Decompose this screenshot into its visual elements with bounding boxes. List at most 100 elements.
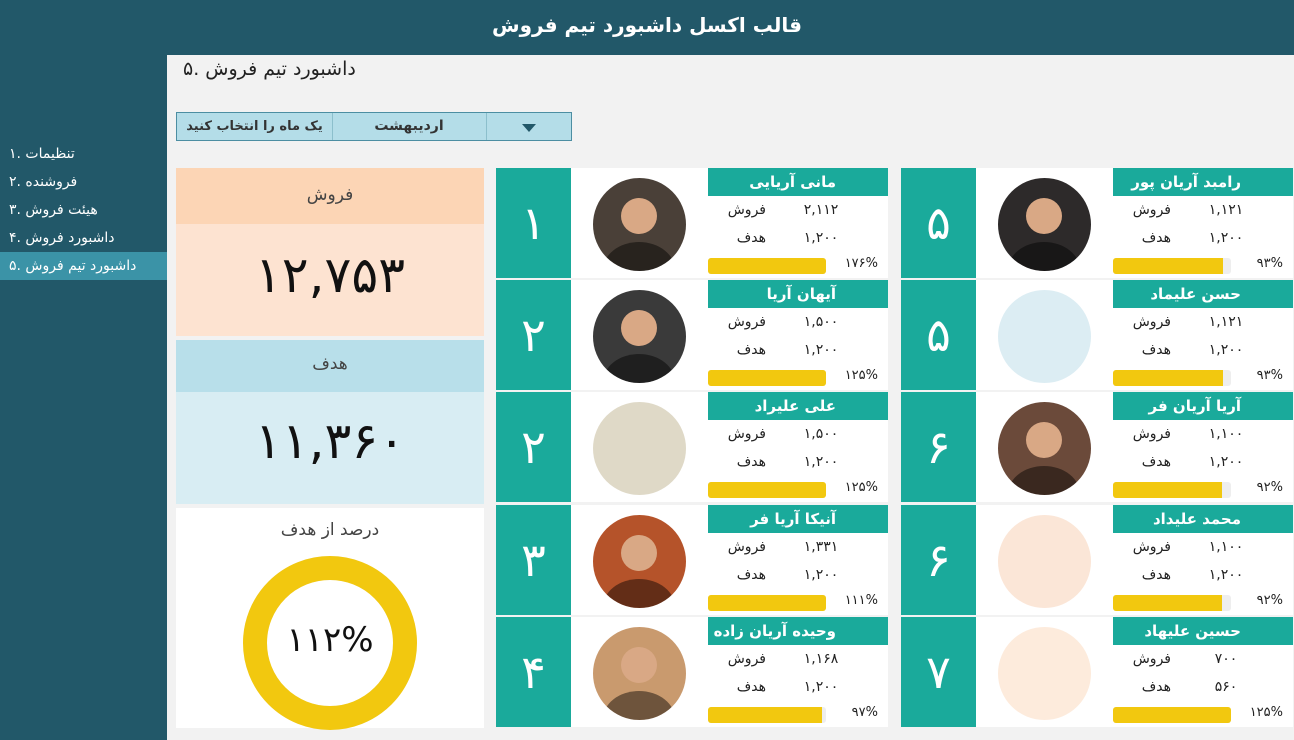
percent-value: ۱۱۱% xyxy=(844,593,878,608)
month-selector-value[interactable]: اردیبهشت xyxy=(332,113,487,140)
percent-value: ۱۲۵% xyxy=(844,480,878,495)
sales-value: ۱,۱۰۰ xyxy=(1208,426,1244,442)
salesperson-card: ۶ آریا آریان فر فروش ۱,۱۰۰ هدف ۱,۲۰۰ ۹۲% xyxy=(901,392,1293,502)
percent-value: ۹۳% xyxy=(1256,368,1283,383)
person-silhouette-icon xyxy=(1008,198,1080,271)
target-value: ۱,۲۰۰ xyxy=(803,454,839,470)
progress-bar xyxy=(708,707,826,723)
progress-fill xyxy=(708,370,826,386)
percent-of-target-label: درصد از هدف xyxy=(280,520,380,540)
percent-value: ۱۷۶% xyxy=(844,256,878,271)
target-row-label: هدف xyxy=(1141,342,1171,358)
progress-fill xyxy=(1113,595,1222,611)
nav-item-sales-dashboard[interactable]: داشبورد فروش .۴ xyxy=(0,224,167,252)
salesperson-card: ۷ حسین علیهاد فروش ۷۰۰ هدف ۵۶۰ ۱۲۵% xyxy=(901,617,1293,727)
month-selector[interactable]: یک ماه را انتخاب کنید اردیبهشت xyxy=(176,112,572,141)
progress-fill xyxy=(1113,258,1223,274)
rank-number: ۶ xyxy=(901,392,976,502)
target-row-label: هدف xyxy=(736,679,766,695)
sales-value: ۷۰۰ xyxy=(1214,651,1238,667)
nav-item-salesperson[interactable]: فروشنده .۲ xyxy=(0,168,167,196)
rank-number: ۵ xyxy=(901,168,976,278)
progress-bar xyxy=(1113,370,1231,386)
sales-row-label: فروش xyxy=(1132,651,1171,667)
sales-row-label: فروش xyxy=(1132,539,1171,555)
sales-kpi-card: فروش ۱۲,۷۵۳ xyxy=(176,168,484,336)
avatar xyxy=(593,290,686,383)
salesperson-name: رامبد آریان پور xyxy=(1113,168,1293,196)
sales-value: ۲,۱۱۲ xyxy=(803,202,839,218)
salesperson-name: حسین علیهاد xyxy=(1113,617,1293,645)
photo-placeholder xyxy=(593,402,686,495)
target-value: ۱,۲۰۰ xyxy=(1208,454,1244,470)
person-silhouette-icon xyxy=(603,647,675,720)
salesperson-name: آیهان آریا xyxy=(708,280,888,308)
rank-number: ۷ xyxy=(901,617,976,727)
percent-of-target-value: ۱۱۲% xyxy=(286,620,374,660)
avatar xyxy=(593,178,686,271)
nav-item-settings[interactable]: تنظیمات .۱ xyxy=(0,140,167,168)
rank-number: ۲ xyxy=(496,392,571,502)
dropdown-arrow-icon[interactable] xyxy=(486,113,571,140)
salesperson-name: محمد علیداد xyxy=(1113,505,1293,533)
progress-fill xyxy=(1113,370,1223,386)
percent-value: ۱۲۵% xyxy=(844,368,878,383)
salesperson-card: ۲ علی علیراد فروش ۱,۵۰۰ هدف ۱,۲۰۰ ۱۲۵% xyxy=(496,392,888,502)
sales-value: ۱,۵۰۰ xyxy=(803,426,839,442)
target-value: ۱,۲۰۰ xyxy=(803,230,839,246)
progress-bar xyxy=(708,482,826,498)
sales-row-label: فروش xyxy=(727,202,766,218)
page-title: داشبورد تیم فروش .۵ xyxy=(183,58,356,80)
photo-placeholder xyxy=(998,627,1091,720)
month-selector-prompt: یک ماه را انتخاب کنید xyxy=(177,113,333,140)
salesperson-name: علی علیراد xyxy=(708,392,888,420)
target-value: ۵۶۰ xyxy=(1214,679,1238,695)
target-kpi-label: هدف xyxy=(312,354,348,374)
salesperson-card: ۱ مانی آریایی فروش ۲,۱۱۲ هدف ۱,۲۰۰ ۱۷۶% xyxy=(496,168,888,278)
target-row-label: هدف xyxy=(1141,567,1171,583)
progress-bar xyxy=(1113,595,1231,611)
sales-value: ۱,۱۰۰ xyxy=(1208,539,1244,555)
percent-of-target-card: درصد از هدف ۱۱۲% xyxy=(176,508,484,730)
sales-kpi-value: ۱۲,۷۵۳ xyxy=(254,246,406,304)
target-row-label: هدف xyxy=(1141,679,1171,695)
sales-row-label: فروش xyxy=(727,651,766,667)
target-row-label: هدف xyxy=(1141,454,1171,470)
target-row-label: هدف xyxy=(1141,230,1171,246)
progress-fill xyxy=(708,482,826,498)
percent-value: ۹۷% xyxy=(851,705,878,720)
salesperson-card: ۶ محمد علیداد فروش ۱,۱۰۰ هدف ۱,۲۰۰ ۹۲% xyxy=(901,505,1293,615)
photo-placeholder xyxy=(998,290,1091,383)
nav-item-team-dashboard[interactable]: داشبورد تیم فروش .۵ xyxy=(0,252,167,280)
sales-row-label: فروش xyxy=(727,426,766,442)
salesperson-card: ۵ حسن علیماد فروش ۱,۱۲۱ هدف ۱,۲۰۰ ۹۳% xyxy=(901,280,1293,390)
nav-item-sales-board[interactable]: هیئت فروش .۳ xyxy=(0,196,167,224)
sales-value: ۱,۵۰۰ xyxy=(803,314,839,330)
progress-bar xyxy=(708,258,826,274)
salesperson-card: ۵ رامبد آریان پور فروش ۱,۱۲۱ هدف ۱,۲۰۰ ۹۳% xyxy=(901,168,1293,278)
salesperson-card: ۴ وحیده آریان زاده فروش ۱,۱۶۸ هدف ۱,۲۰۰ ۹۷% xyxy=(496,617,888,727)
progress-bar xyxy=(708,370,826,386)
target-value: ۱,۲۰۰ xyxy=(1208,342,1244,358)
percent-value: ۹۳% xyxy=(1256,256,1283,271)
target-row-label: هدف xyxy=(736,454,766,470)
sales-kpi-label: فروش xyxy=(306,185,354,205)
sales-value: ۱,۳۳۱ xyxy=(803,539,839,555)
salesperson-name: حسن علیماد xyxy=(1113,280,1293,308)
progress-bar xyxy=(1113,258,1231,274)
progress-fill xyxy=(708,258,826,274)
title-bar: قالب اکسل داشبورد تیم فروش xyxy=(0,0,1294,55)
salesperson-card: ۳ آنیکا آریا فر فروش ۱,۳۳۱ هدف ۱,۲۰۰ ۱۱۱% xyxy=(496,505,888,615)
rank-number: ۵ xyxy=(901,280,976,390)
target-value: ۱,۲۰۰ xyxy=(803,567,839,583)
progress-bar xyxy=(1113,482,1231,498)
avatar xyxy=(998,178,1091,271)
target-value: ۱,۲۰۰ xyxy=(803,679,839,695)
progress-fill xyxy=(1113,707,1231,723)
target-kpi-card: هدف ۱۱,۳۶۰ xyxy=(176,340,484,504)
rank-number: ۲ xyxy=(496,280,571,390)
sales-row-label: فروش xyxy=(1132,426,1171,442)
person-silhouette-icon xyxy=(1008,422,1080,495)
person-silhouette-icon xyxy=(603,535,675,608)
sales-row-label: فروش xyxy=(727,539,766,555)
